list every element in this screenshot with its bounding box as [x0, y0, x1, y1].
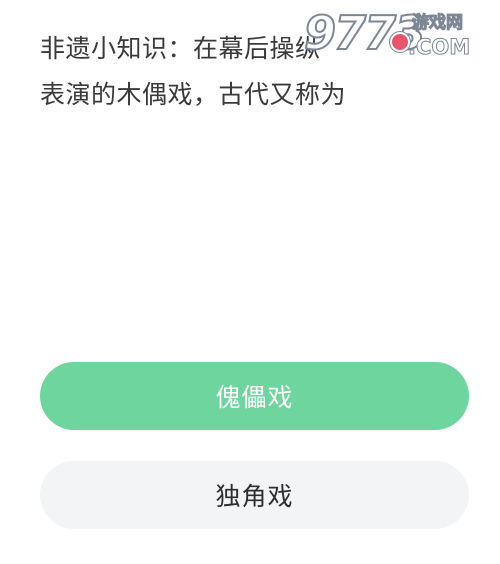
- watermark-domain: .COM: [407, 35, 471, 59]
- answer-option-label: 傀儡戏: [215, 383, 294, 412]
- answer-option-button[interactable]: 傀儡戏: [40, 362, 469, 430]
- site-watermark-logo: 9773 游戏网 .COM: [300, 6, 496, 62]
- quiz-screen: 非遗小知识：在幕后操纵 表演的木偶戏，古代又称为 9773 游戏网 .COM 傀…: [0, 0, 500, 564]
- answer-option-button[interactable]: 独角戏: [40, 461, 469, 529]
- watermark-site-name: 游戏网: [412, 13, 464, 33]
- answer-option-label: 独角戏: [215, 482, 294, 511]
- watermark-ball-icon: [390, 32, 410, 52]
